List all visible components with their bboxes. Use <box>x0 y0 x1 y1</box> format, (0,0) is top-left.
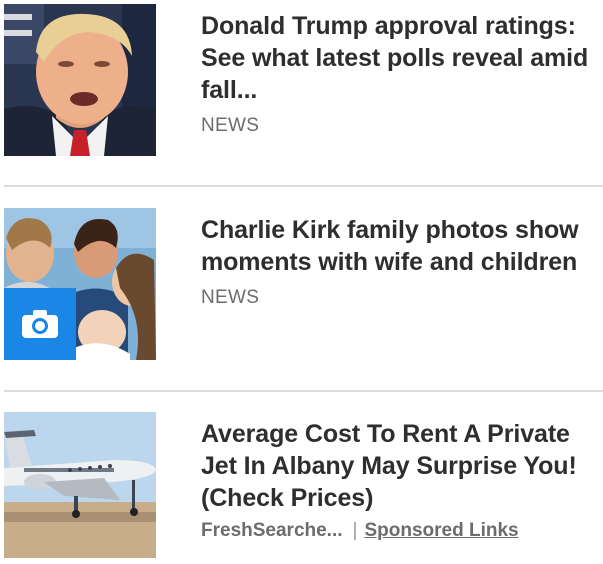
article-card[interactable]: Charlie Kirk family photos show moments … <box>4 208 603 360</box>
private-jet-photo <box>4 412 156 558</box>
article-category: NEWS <box>201 115 260 136</box>
portrait-photo <box>4 4 156 156</box>
sponsor-line: FreshSearche... | Sponsored Links <box>201 520 601 542</box>
article-text: Charlie Kirk family photos show moments … <box>201 208 601 360</box>
article-text: Donald Trump approval ratings: See what … <box>201 4 601 156</box>
article-headline[interactable]: Charlie Kirk family photos show moments … <box>201 214 601 278</box>
article-headline[interactable]: Average Cost To Rent A Private Jet In Al… <box>201 418 601 514</box>
divider <box>4 185 603 187</box>
article-text: Average Cost To Rent A Private Jet In Al… <box>201 412 601 562</box>
article-category: NEWS <box>201 287 260 308</box>
article-headline[interactable]: Donald Trump approval ratings: See what … <box>201 10 601 106</box>
news-feed: Donald Trump approval ratings: See what … <box>0 0 603 564</box>
divider <box>4 390 603 392</box>
camera-icon <box>22 310 58 338</box>
sponsored-card[interactable]: Average Cost To Rent A Private Jet In Al… <box>4 412 603 562</box>
article-card[interactable]: Donald Trump approval ratings: See what … <box>4 4 603 156</box>
article-thumbnail[interactable] <box>4 412 156 558</box>
separator: | <box>352 520 358 541</box>
sponsored-links-link[interactable]: Sponsored Links <box>364 520 518 541</box>
article-thumbnail[interactable] <box>4 4 156 156</box>
gallery-badge[interactable] <box>4 288 76 360</box>
article-thumbnail[interactable] <box>4 208 156 360</box>
sponsor-name[interactable]: FreshSearche... <box>201 520 343 541</box>
